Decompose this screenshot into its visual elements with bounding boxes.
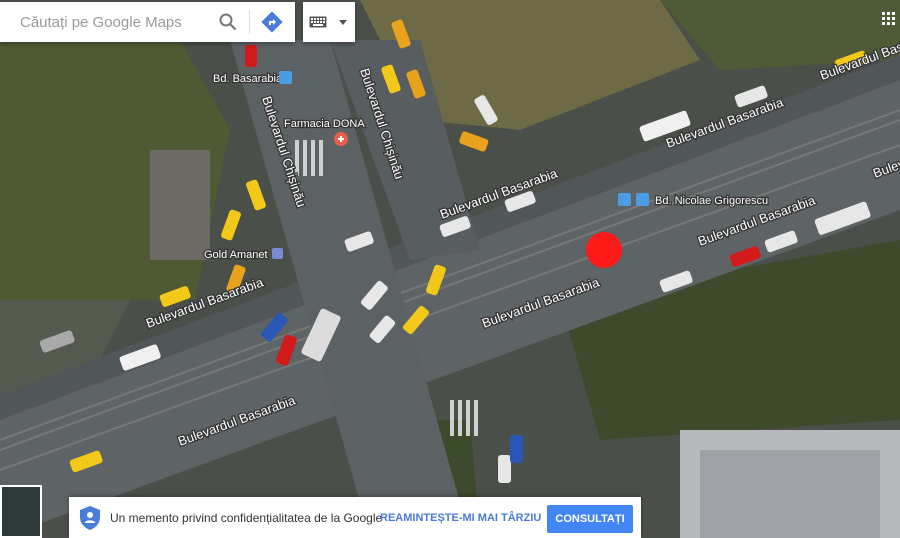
- shield-icon: [80, 505, 100, 530]
- satellite-map[interactable]: Bulevardul Basarabia Bulevardul Chișinău…: [0, 0, 900, 538]
- consult-button[interactable]: CONSULTAȚI: [547, 505, 633, 533]
- poi-bd-basarabia[interactable]: Bd. Basarabia: [212, 71, 292, 86]
- search-icon: [219, 13, 237, 31]
- input-tools[interactable]: [303, 2, 355, 42]
- privacy-reminder-text: Un memento privind confidențialitatea de…: [110, 510, 383, 525]
- remind-later-button[interactable]: REAMINTEȘTE-MI MAI TÂRZIU: [380, 497, 541, 538]
- chevron-down-icon: [339, 19, 347, 25]
- bus-icon: [636, 193, 649, 206]
- poi-label: Gold Amanet: [204, 249, 268, 261]
- keyboard-button[interactable]: [303, 2, 333, 42]
- search-input[interactable]: [0, 12, 212, 32]
- tram-icon: [279, 71, 292, 84]
- keyboard-dropdown[interactable]: [333, 2, 353, 42]
- directions-button[interactable]: [253, 2, 291, 42]
- shop-icon: [272, 248, 283, 259]
- search-box[interactable]: [0, 2, 295, 42]
- apps-grid-icon: [882, 12, 895, 25]
- location-marker[interactable]: [586, 232, 622, 268]
- apps-button[interactable]: [882, 12, 896, 26]
- map-layer-thumbnail[interactable]: [0, 485, 42, 538]
- poi-nicolae-grigorescu[interactable]: Bd. Nicolae Grigorescu: [618, 193, 769, 208]
- poi-label: Farmacia DONA: [284, 118, 365, 130]
- search-button[interactable]: [210, 2, 246, 42]
- privacy-reminder-banner: Un memento privind confidențialitatea de…: [69, 497, 641, 538]
- directions-icon: [261, 11, 283, 33]
- tram-icon: [618, 193, 631, 206]
- poi-label: Bd. Basarabia: [213, 73, 283, 85]
- divider: [249, 10, 250, 34]
- poi-label: Bd. Nicolae Grigorescu: [655, 195, 768, 207]
- keyboard-icon: [309, 16, 327, 28]
